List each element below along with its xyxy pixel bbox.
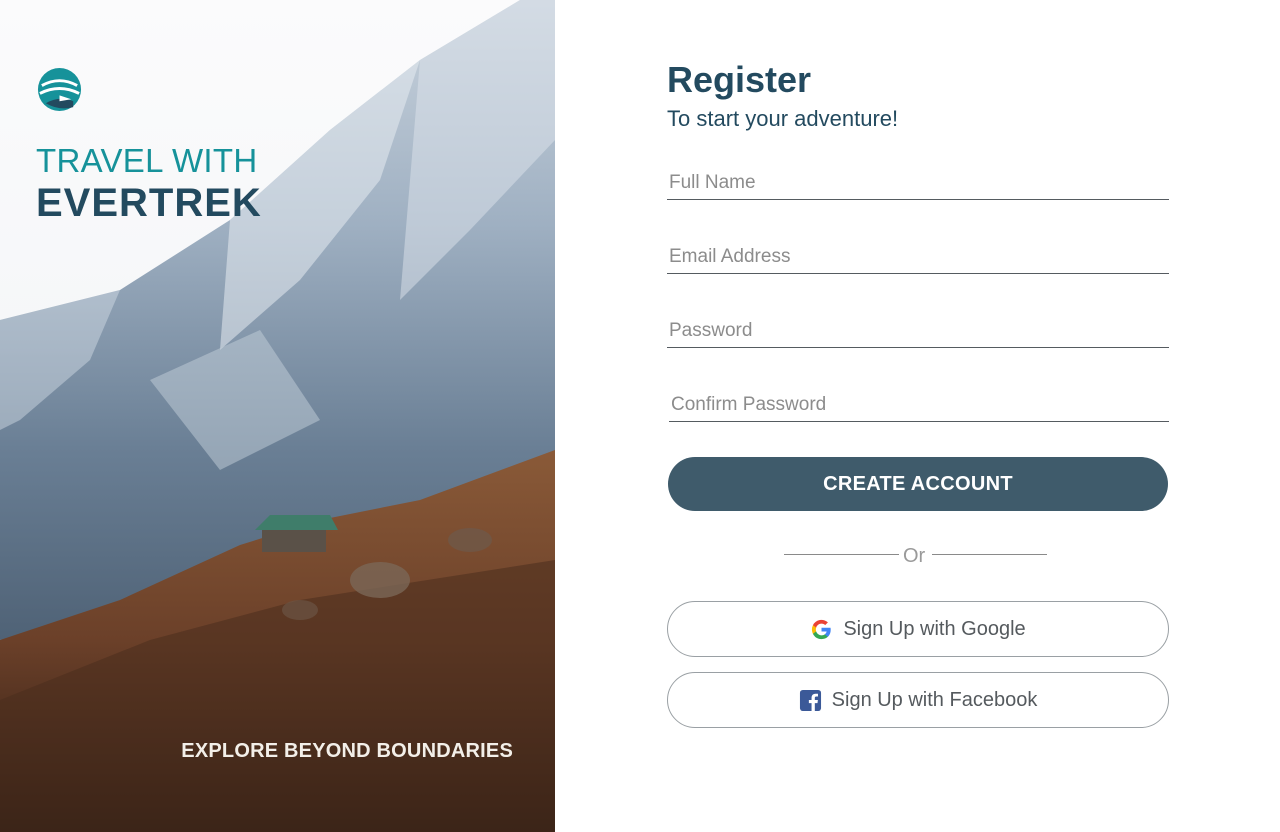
divider-line-left (784, 554, 899, 555)
mountain-photo (0, 0, 555, 832)
page-subtitle: To start your adventure! (667, 106, 899, 131)
confirm-password-field[interactable] (669, 388, 1169, 422)
create-account-button[interactable]: CREATE ACCOUNT (668, 457, 1168, 511)
full-name-field[interactable] (667, 166, 1169, 200)
google-signup-label: Sign Up with Google (843, 617, 1026, 640)
page-title: Register (667, 59, 812, 100)
divider-or: Or (903, 545, 926, 567)
facebook-signup-label: Sign Up with Facebook (831, 688, 1038, 711)
facebook-signup-button[interactable]: Sign Up with Facebook (667, 672, 1169, 728)
facebook-icon (799, 689, 821, 711)
divider-line-right (932, 554, 1047, 555)
email-field[interactable] (667, 240, 1169, 274)
brand-title-line2: EVERTREK (36, 181, 262, 225)
globe-airplane-icon (37, 67, 82, 112)
brand-title-line1: TRAVEL WITH (36, 142, 258, 179)
google-icon (812, 619, 832, 639)
google-signup-button[interactable]: Sign Up with Google (667, 601, 1169, 657)
brand-tagline: EXPLORE BEYOND BOUNDARIES (181, 740, 513, 762)
password-field[interactable] (667, 314, 1169, 348)
hero-panel: TRAVEL WITH EVERTREK EXPLORE BEYOND BOUN… (0, 0, 555, 832)
